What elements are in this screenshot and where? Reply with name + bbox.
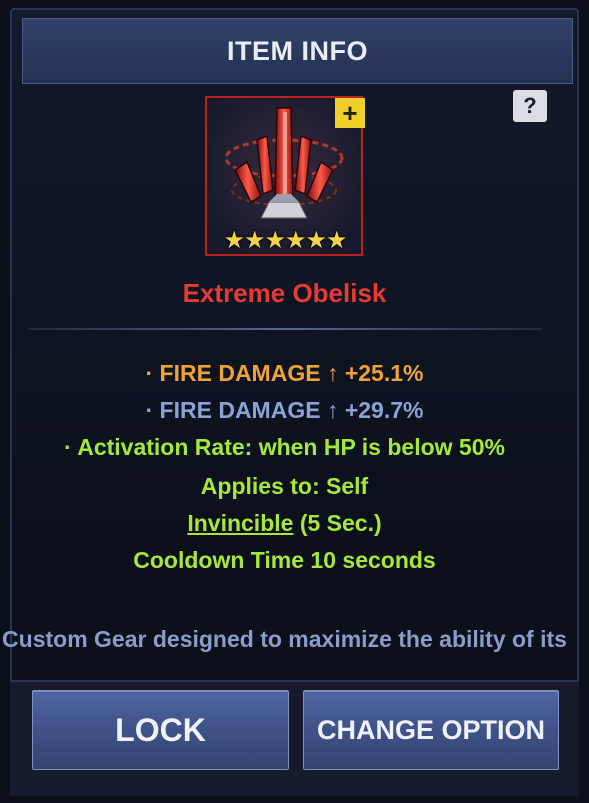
item-description: Custom Gear designed to maximize the abi… <box>2 626 567 652</box>
item-name: Extreme Obelisk <box>182 278 387 308</box>
stat-fire-damage-2: · FIRE DAMAGE ↑ +29.7% <box>145 397 424 423</box>
invincible-link[interactable]: Invincible <box>187 510 293 536</box>
lock-button[interactable]: LOCK <box>32 690 289 770</box>
upgrade-plus-button[interactable]: + <box>335 98 365 128</box>
stat-cooldown: Cooldown Time 10 seconds <box>133 547 436 573</box>
help-button[interactable]: ? <box>513 90 547 122</box>
panel-header: ITEM INFO <box>22 18 573 84</box>
stat-activation-rate: · Activation Rate: when HP is below 50% <box>64 434 505 460</box>
invincible-duration: (5 Sec.) <box>293 510 382 536</box>
rarity-stars: ★★★★★★ <box>223 227 347 254</box>
divider <box>28 328 543 330</box>
stat-fire-damage-1: · FIRE DAMAGE ↑ +25.1% <box>145 360 424 386</box>
change-option-button[interactable]: CHANGE OPTION <box>303 690 559 770</box>
stat-applies-to: Applies to: Self <box>200 473 369 499</box>
panel-title: ITEM INFO <box>227 35 368 66</box>
stat-invincible-line: Invincible (5 Sec.) <box>0 510 569 537</box>
